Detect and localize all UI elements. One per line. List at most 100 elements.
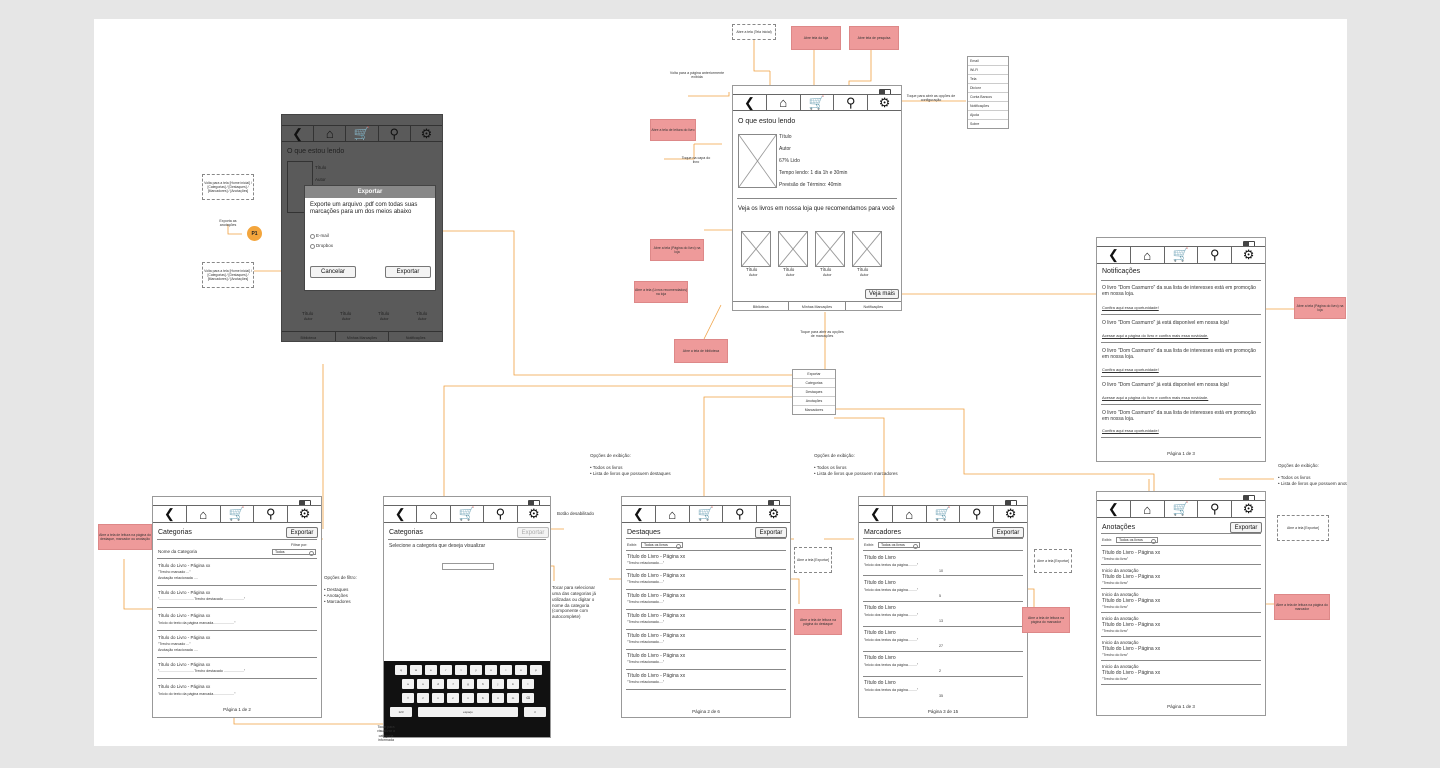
keyboard-key[interactable]: y bbox=[470, 665, 482, 675]
keyboard-key[interactable]: c bbox=[447, 693, 459, 703]
book-cover[interactable] bbox=[738, 134, 777, 188]
keyboard-key[interactable]: p bbox=[530, 665, 542, 675]
keyboard-key[interactable]: e bbox=[425, 665, 437, 675]
cart-icon[interactable]: 🛒 bbox=[346, 126, 379, 141]
back-icon[interactable]: ❮ bbox=[153, 506, 187, 522]
marks-menu-item[interactable]: Categorias bbox=[793, 379, 835, 388]
search-icon[interactable]: ⚲ bbox=[1198, 247, 1233, 263]
keyboard-key[interactable]: j bbox=[492, 679, 504, 689]
home-icon[interactable]: ⌂ bbox=[417, 506, 451, 522]
export-button[interactable]: Exportar bbox=[1230, 522, 1262, 533]
keyboard-key[interactable]: r bbox=[440, 665, 452, 675]
settings-item[interactable]: Notificações bbox=[968, 102, 1008, 111]
cart-icon[interactable]: 🛒 bbox=[801, 95, 835, 110]
keyboard-key[interactable]: ⌫ bbox=[522, 693, 534, 703]
notification-link[interactable]: Acesse aqui a página do livro e confira … bbox=[1102, 333, 1208, 339]
search-icon[interactable]: ⚲ bbox=[254, 506, 289, 522]
home-icon[interactable]: ⌂ bbox=[314, 126, 347, 141]
gear-icon[interactable]: ⚙ bbox=[411, 126, 442, 141]
marks-menu-item[interactable]: Destaques bbox=[793, 388, 835, 397]
settings-item[interactable]: Tela bbox=[968, 75, 1008, 84]
keyboard-key[interactable]: q bbox=[395, 665, 407, 675]
keyboard-key[interactable]: h bbox=[477, 679, 489, 689]
reco-cover[interactable] bbox=[815, 231, 845, 267]
cart-icon[interactable]: 🛒 bbox=[221, 506, 255, 522]
settings-item[interactable]: Conta Bancos bbox=[968, 93, 1008, 102]
search-icon[interactable]: ⚲ bbox=[1198, 501, 1233, 517]
search-icon[interactable]: ⚲ bbox=[484, 506, 518, 522]
back-icon[interactable]: ❮ bbox=[622, 506, 656, 522]
back-icon[interactable]: ❮ bbox=[282, 126, 315, 141]
radio-dropbox[interactable] bbox=[310, 244, 315, 249]
keyboard-key[interactable]: b bbox=[477, 693, 489, 703]
home-icon[interactable]: ⌂ bbox=[656, 506, 690, 522]
tab-library[interactable]: Biblioteca bbox=[733, 302, 790, 310]
settings-item[interactable]: Dicionr bbox=[968, 84, 1008, 93]
home-icon[interactable]: ⌂ bbox=[1131, 247, 1165, 263]
gear-icon[interactable]: ⚙ bbox=[1232, 501, 1265, 517]
export-button[interactable]: Exportar bbox=[385, 266, 431, 278]
reco-cover[interactable] bbox=[778, 231, 808, 267]
filter-select[interactable]: Todos os livros bbox=[878, 542, 920, 549]
keyboard-key[interactable]: t bbox=[455, 665, 467, 675]
keyboard-key[interactable]: l bbox=[522, 679, 534, 689]
back-icon[interactable]: ❮ bbox=[1097, 247, 1131, 263]
settings-item[interactable]: Email bbox=[968, 57, 1008, 66]
keyboard-key[interactable]: i bbox=[500, 665, 512, 675]
search-icon[interactable]: ⚲ bbox=[834, 95, 869, 110]
cart-icon[interactable]: 🛒 bbox=[690, 506, 724, 522]
gear-icon[interactable]: ⚙ bbox=[757, 506, 790, 522]
keyboard-key-go[interactable]: ir bbox=[524, 707, 546, 717]
home-icon[interactable]: ⌂ bbox=[1131, 501, 1165, 517]
notification-link[interactable]: Acesse aqui a página do livro e confira … bbox=[1102, 395, 1208, 401]
keyboard-key[interactable]: ⇧ bbox=[402, 693, 414, 703]
gear-icon[interactable]: ⚙ bbox=[1232, 247, 1265, 263]
export-button[interactable]: Exportar bbox=[755, 527, 787, 538]
back-icon[interactable]: ❮ bbox=[859, 506, 893, 522]
keyboard-key[interactable]: z bbox=[417, 693, 429, 703]
reco-cover[interactable] bbox=[852, 231, 882, 267]
marks-menu-item[interactable]: Anotações bbox=[793, 397, 835, 406]
cart-icon[interactable]: 🛒 bbox=[1165, 501, 1199, 517]
keyboard-key[interactable]: w bbox=[410, 665, 422, 675]
keyboard-key[interactable]: d bbox=[432, 679, 444, 689]
radio-email[interactable] bbox=[310, 234, 315, 239]
cancel-button[interactable]: Cancelar bbox=[310, 266, 356, 278]
cart-icon[interactable]: 🛒 bbox=[927, 506, 961, 522]
reco-cover[interactable] bbox=[741, 231, 771, 267]
keyboard-key[interactable]: g bbox=[462, 679, 474, 689]
keyboard-key[interactable]: k bbox=[507, 679, 519, 689]
search-icon[interactable]: ⚲ bbox=[723, 506, 758, 522]
keyboard-key[interactable]: m bbox=[507, 693, 519, 703]
settings-item[interactable]: Wi-Fi bbox=[968, 66, 1008, 75]
home-icon[interactable]: ⌂ bbox=[893, 506, 927, 522]
tab-marks[interactable]: Minhas Marcações bbox=[789, 302, 846, 310]
marks-menu-item[interactable]: Exportar bbox=[793, 370, 835, 379]
search-icon[interactable]: ⚲ bbox=[960, 506, 995, 522]
notification-link[interactable]: Confira aqui essa oportunidade! bbox=[1102, 367, 1159, 373]
keyboard-key[interactable]: u bbox=[485, 665, 497, 675]
export-button[interactable]: Exportar bbox=[992, 527, 1024, 538]
cart-icon[interactable]: 🛒 bbox=[451, 506, 485, 522]
keyboard-key-123[interactable]: 123 bbox=[390, 707, 412, 717]
search-icon[interactable]: ⚲ bbox=[379, 126, 411, 141]
marks-menu-item[interactable]: Marcadores bbox=[793, 406, 835, 414]
keyboard-key[interactable]: a bbox=[402, 679, 414, 689]
back-icon[interactable]: ❮ bbox=[384, 506, 418, 522]
keyboard-key[interactable]: o bbox=[515, 665, 527, 675]
filter-select[interactable]: Todos os livros bbox=[641, 542, 683, 549]
keyboard-key-space[interactable]: espaço bbox=[418, 707, 518, 717]
keyboard-key[interactable]: s bbox=[417, 679, 429, 689]
keyboard-key[interactable]: f bbox=[447, 679, 459, 689]
home-icon[interactable]: ⌂ bbox=[767, 95, 801, 110]
cart-icon[interactable]: 🛒 bbox=[1165, 247, 1199, 263]
back-icon[interactable]: ❮ bbox=[733, 95, 767, 110]
gear-icon[interactable]: ⚙ bbox=[518, 506, 550, 522]
back-icon[interactable]: ❮ bbox=[1097, 501, 1131, 517]
settings-item[interactable]: Ajuda bbox=[968, 111, 1008, 120]
keyboard-key[interactable]: x bbox=[432, 693, 444, 703]
gear-icon[interactable]: ⚙ bbox=[288, 506, 321, 522]
gear-icon[interactable]: ⚙ bbox=[994, 506, 1027, 522]
export-button[interactable]: Exportar bbox=[286, 527, 318, 538]
filter-select[interactable]: Todos bbox=[272, 549, 316, 556]
